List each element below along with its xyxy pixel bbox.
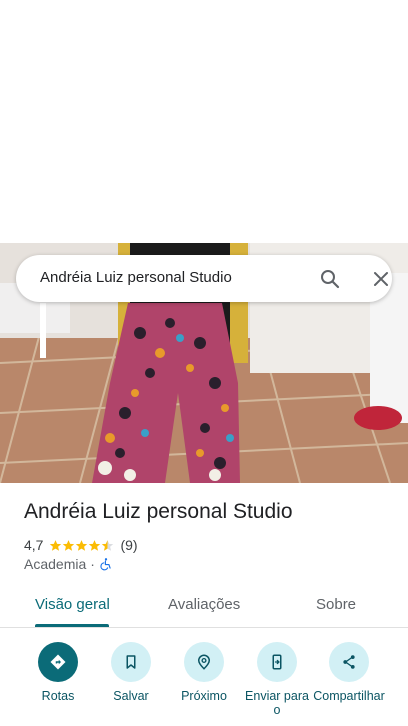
nearby-label: Próximo [181,689,227,703]
search-bar[interactable]: Andréia Luiz personal Studio [16,255,392,302]
wheelchair-icon [100,558,111,571]
directions-label: Rotas [41,689,75,703]
send-to-phone-label: Enviar para o [245,689,309,717]
directions-button[interactable]: Rotas [22,642,94,703]
search-input[interactable]: Andréia Luiz personal Studio [40,269,232,286]
send-to-phone-icon [257,642,297,682]
star-icon [63,539,75,551]
star-icon [76,539,88,551]
bookmark-icon [111,642,151,682]
star-half-icon [102,539,114,551]
tab-overview[interactable]: Visão geral [35,596,110,613]
tab-reviews[interactable]: Avaliações [168,596,240,613]
category-separator: · [90,556,95,572]
nearby-icon [184,642,224,682]
star-icon [89,539,101,551]
review-count: (9) [120,537,138,553]
nearby-button[interactable]: Próximo [168,642,240,703]
map-blank-area [0,0,408,243]
close-icon[interactable] [369,267,393,291]
active-tab-indicator [35,624,109,627]
rating-stars [49,539,114,552]
rating-value: 4,7 [24,537,44,553]
share-icon [329,642,369,682]
tab-about[interactable]: Sobre [316,596,356,613]
place-title: Andréia Luiz personal Studio [24,500,293,523]
send-to-phone-button[interactable]: Enviar para o [241,642,313,717]
save-label: Salvar [113,689,149,703]
search-icon[interactable] [318,267,342,291]
category-row: Academia · [24,556,113,572]
share-button[interactable]: Compartilhar [313,642,385,703]
share-label: Compartilhar [313,689,385,703]
tab-bar: Visão geral Avaliações Sobre [0,586,408,628]
save-button[interactable]: Salvar [95,642,167,703]
category-label: Academia [24,556,87,572]
directions-icon [38,642,78,682]
star-icon [50,539,62,551]
rating-row[interactable]: 4,7 (9) [24,536,138,554]
